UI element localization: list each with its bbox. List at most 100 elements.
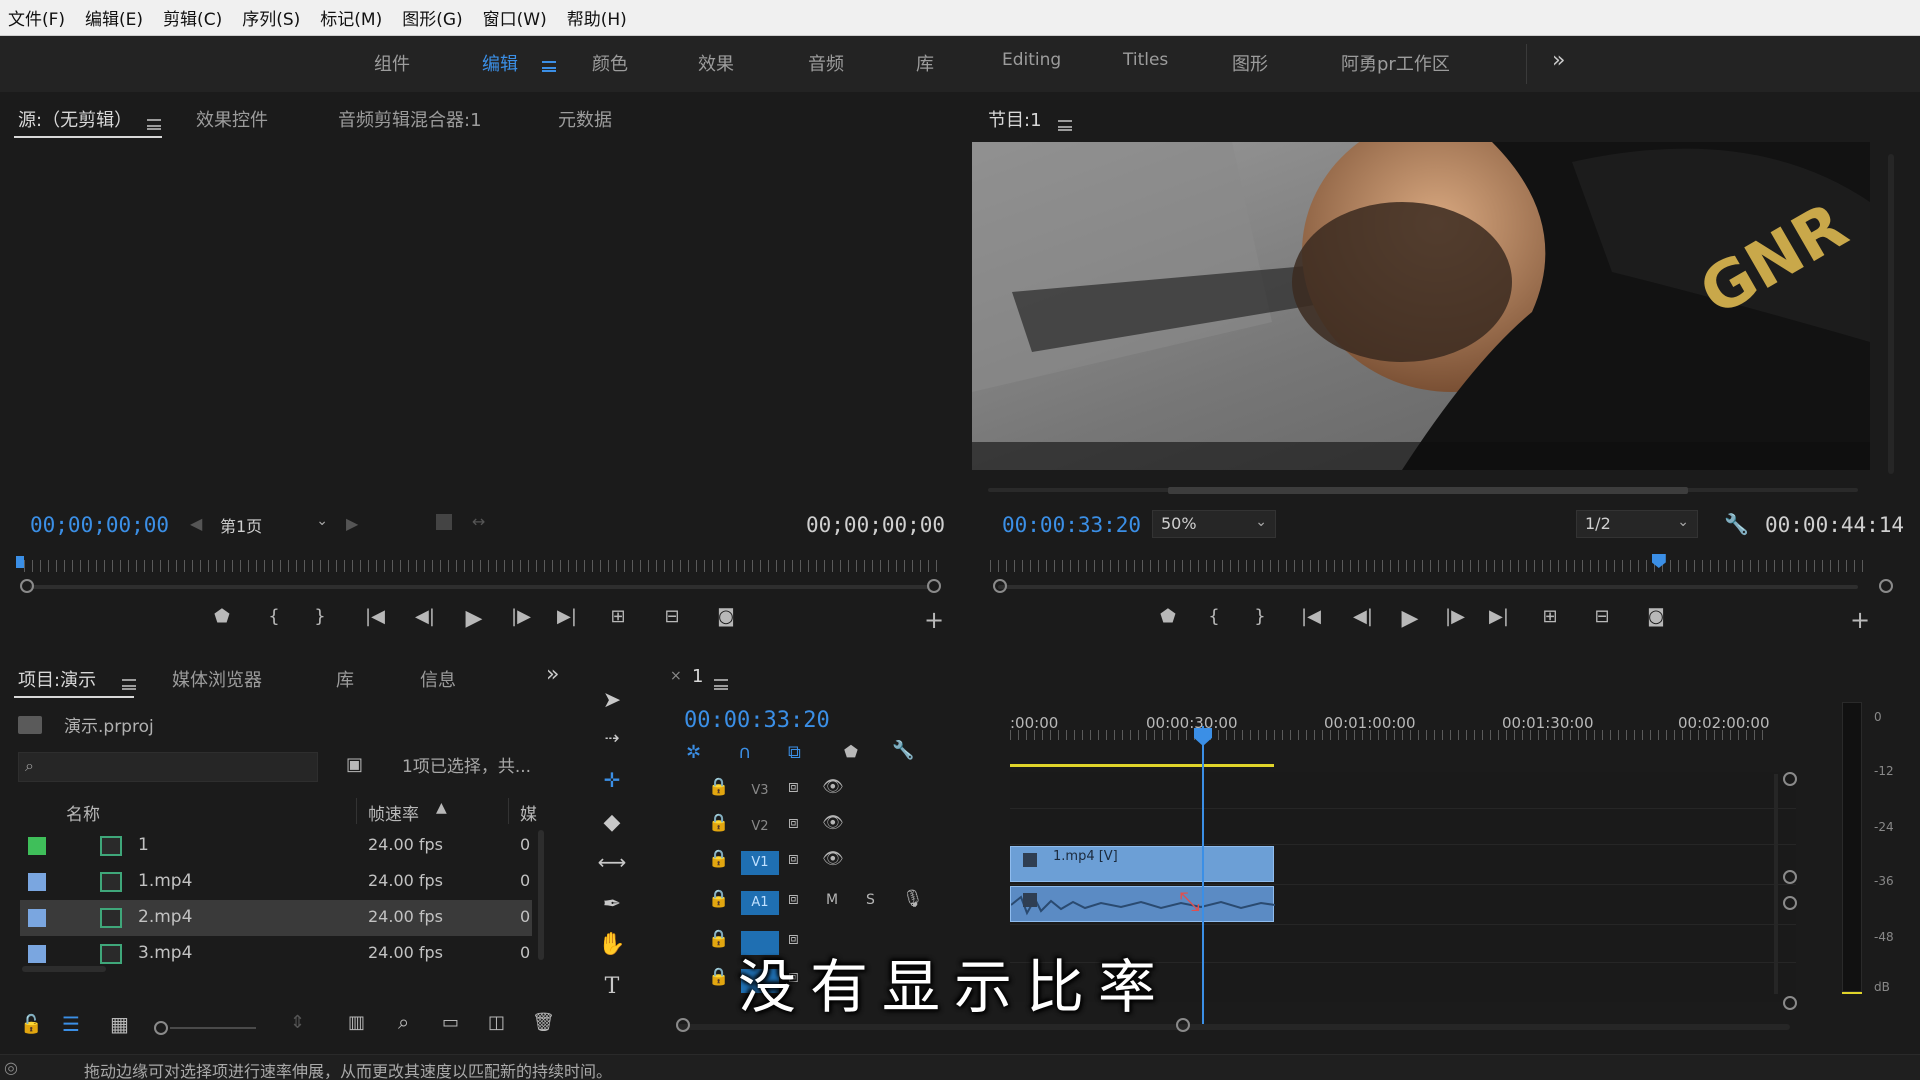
h-scroll-handle-right[interactable] [1176, 1018, 1190, 1032]
toggle-visibility-eye-icon[interactable]: 👁 [822, 813, 844, 833]
source-timecode-in[interactable]: 00;00;00;00 [30, 513, 169, 537]
workspace-tab-custom[interactable]: 阿勇pr工作区 [1341, 50, 1450, 76]
hand-tool-icon[interactable]: ✋ [596, 932, 628, 964]
icon-view-icon[interactable]: ▦ [110, 1012, 129, 1036]
program-zoom-bar[interactable] [998, 585, 1858, 589]
workspace-tab-audio[interactable]: 音频 [808, 50, 844, 76]
add-marker-icon[interactable]: ⬟ [1156, 606, 1180, 627]
project-item-row[interactable]: 1 24.00 fps 0 [20, 828, 532, 864]
export-frame-icon[interactable]: ◙ [1640, 606, 1672, 627]
go-to-out-icon[interactable]: ▶| [552, 606, 582, 627]
zoom-slider-handle[interactable] [154, 1021, 168, 1035]
mute-track-button[interactable]: M [826, 892, 838, 908]
new-item-icon[interactable]: ◫ [488, 1012, 505, 1033]
sync-lock-icon[interactable]: ⧈ [788, 813, 799, 833]
ripple-edit-tool-icon[interactable]: ✛ [596, 768, 628, 800]
menu-marker[interactable]: 标记(M) [312, 5, 394, 30]
menu-graphics[interactable]: 图形(G) [394, 5, 474, 30]
new-bin-icon[interactable]: ▭ [442, 1012, 459, 1033]
workspace-tab-editing-cn[interactable]: 编辑 [482, 50, 518, 76]
workspace-menu-icon[interactable] [542, 61, 556, 72]
lock-track-icon[interactable]: 🔒 [708, 889, 729, 909]
play-icon[interactable]: ▶ [462, 606, 486, 631]
track-target-toggle[interactable]: V3 [741, 779, 779, 803]
mark-out-icon[interactable]: } [308, 606, 332, 627]
workspace-tab-color[interactable]: 颜色 [592, 50, 628, 76]
v-scroll-handle-audio[interactable] [1783, 896, 1797, 910]
prev-page-icon[interactable]: ◀ [190, 514, 202, 533]
tab-effect-controls[interactable]: 效果控件 [196, 106, 268, 132]
go-to-in-icon[interactable]: |◀ [1296, 606, 1326, 627]
pen-tool-icon[interactable]: ✒ [596, 892, 628, 924]
menu-edit[interactable]: 编辑(E) [77, 5, 155, 30]
mark-out-icon[interactable]: } [1248, 606, 1272, 627]
source-zoom-handle-left[interactable] [20, 579, 34, 593]
program-zoom-handle-left[interactable] [993, 579, 1007, 593]
source-time-ruler[interactable] [24, 560, 940, 572]
nest-icon[interactable]: ✲ [686, 742, 701, 763]
menu-file[interactable]: 文件(F) [0, 5, 77, 30]
track-select-tool-icon[interactable]: ⇢ [596, 728, 628, 760]
zoom-select[interactable]: 50% ⌄ [1152, 510, 1276, 538]
menu-sequence[interactable]: 序列(S) [234, 5, 312, 30]
work-area-bar[interactable] [1010, 764, 1274, 767]
button-editor-add-icon[interactable]: + [922, 606, 946, 634]
button-editor-add-icon[interactable]: + [1848, 606, 1872, 634]
voice-over-record-icon[interactable]: 🎙 [902, 889, 924, 909]
close-sequence-icon[interactable]: × [670, 668, 682, 684]
menu-clip[interactable]: 剪辑(C) [155, 5, 234, 30]
timeline-v-scroll[interactable] [1774, 774, 1778, 994]
source-zoom-handle-right[interactable] [927, 579, 941, 593]
lock-track-icon[interactable]: 🔒 [708, 813, 729, 833]
sort-ascending-icon[interactable]: ▲ [436, 800, 447, 816]
menu-help[interactable]: 帮助(H) [559, 5, 639, 30]
step-forward-icon[interactable]: |▶ [1440, 606, 1470, 627]
export-frame-icon[interactable]: ◙ [710, 606, 742, 627]
source-panel-menu-icon[interactable] [147, 119, 161, 130]
zoom-slider-track[interactable] [170, 1027, 256, 1029]
overwrite-clip-icon[interactable]: ⊟ [656, 606, 688, 627]
sync-lock-icon[interactable]: ⧈ [788, 777, 799, 797]
program-zoom-handle-right[interactable] [1879, 579, 1893, 593]
mark-in-icon[interactable]: { [262, 606, 286, 627]
track-target-toggle[interactable]: A1 [741, 891, 779, 915]
program-v-scroll[interactable] [1888, 154, 1894, 474]
sync-lock-icon[interactable]: ⧈ [788, 849, 799, 869]
lock-track-icon[interactable]: 🔒 [708, 967, 729, 987]
tab-sequence[interactable]: 1 [692, 666, 703, 687]
workspace-overflow-icon[interactable]: » [1552, 48, 1565, 73]
source-playhead[interactable] [16, 556, 24, 568]
extract-icon[interactable]: ⊟ [1586, 606, 1618, 627]
timeline-playhead-handle[interactable] [1194, 728, 1212, 746]
automate-to-sequence-icon[interactable]: ▥ [348, 1012, 365, 1033]
timeline-settings-icon[interactable]: 🔧 [892, 740, 914, 761]
label-color-swatch[interactable] [28, 909, 46, 927]
new-search-bin-icon[interactable]: ▣ [346, 754, 363, 775]
workspace-tab-graphics[interactable]: 图形 [1232, 50, 1268, 76]
tab-metadata[interactable]: 元数据 [558, 106, 612, 132]
add-marker-icon[interactable]: ⬟ [210, 606, 234, 627]
wrench-icon[interactable]: 🔧 [1724, 512, 1749, 536]
timeline-h-scroll[interactable] [676, 1024, 1790, 1030]
safe-margins-icon[interactable] [436, 514, 452, 530]
insert-icon[interactable]: ↔ [472, 512, 485, 531]
lift-icon[interactable]: ⊞ [1534, 606, 1566, 627]
sort-icons-icon[interactable]: ⇕ [290, 1012, 305, 1033]
find-icon[interactable]: ⌕ [398, 1010, 409, 1034]
add-marker-icon[interactable]: ⬟ [844, 742, 858, 761]
project-list-scrollbar[interactable] [538, 830, 544, 960]
razor-tool-icon[interactable]: ◆ [596, 810, 628, 842]
lock-track-icon[interactable]: 🔒 [708, 777, 729, 797]
workspace-tab-libraries[interactable]: 库 [916, 50, 934, 76]
program-panel-menu-icon[interactable] [1058, 120, 1072, 131]
track-target-toggle[interactable]: V1 [741, 851, 779, 875]
program-timecode[interactable]: 00:00:33:20 [1002, 513, 1141, 537]
slip-tool-icon[interactable]: ⟷ [596, 850, 628, 882]
project-item-row[interactable]: 2.mp4 24.00 fps 0 [20, 900, 532, 936]
page-select[interactable]: 第1页 ⌄ [212, 510, 336, 538]
mark-in-icon[interactable]: { [1202, 606, 1226, 627]
track-target-toggle[interactable]: V2 [741, 815, 779, 839]
step-forward-icon[interactable]: |▶ [506, 606, 536, 627]
step-back-icon[interactable]: ◀| [410, 606, 440, 627]
workspace-tab-assembly[interactable]: 组件 [374, 50, 410, 76]
